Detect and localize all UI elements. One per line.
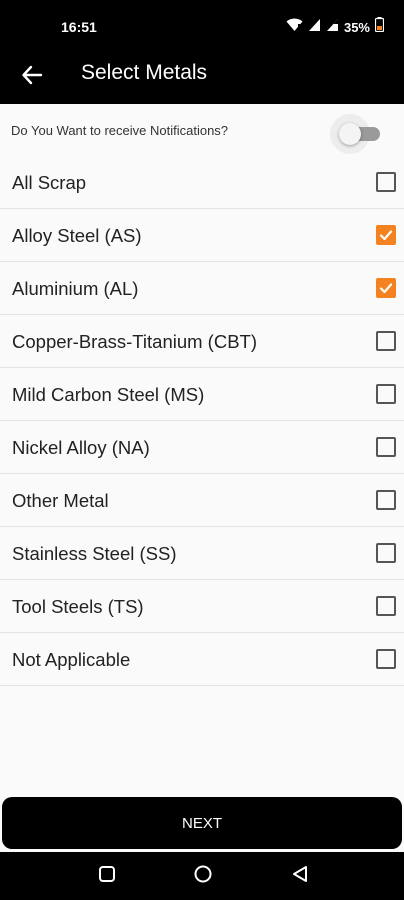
checkbox-unchecked[interactable] [376,596,396,616]
app-bar: Select Metals [0,50,404,104]
arrow-left-icon [21,64,43,91]
metal-option-label: Not Applicable [12,649,131,670]
metal-option-label: Aluminium (AL) [12,278,139,299]
metal-option-label: Tool Steels (TS) [12,596,144,617]
next-button[interactable]: NEXT [2,797,402,849]
status-bar: 16:51 35% [0,0,404,50]
checkbox-unchecked[interactable] [376,384,396,404]
checkbox-unchecked[interactable] [376,437,396,457]
metal-list: All Scrap Alloy Steel (AS) Aluminium (AL) C… [0,156,404,686]
metal-option-label: Stainless Steel (SS) [12,543,177,564]
system-back-button[interactable] [288,864,312,888]
toggle-thumb [339,123,361,145]
checkbox-unchecked[interactable] [376,172,396,192]
metal-option[interactable]: Other Metal [0,474,404,527]
metal-option-label: Other Metal [12,490,109,511]
page-title: Select Metals [81,61,208,84]
checkbox-checked[interactable] [376,278,396,298]
battery-icon [374,17,385,37]
wifi-icon [286,17,303,37]
checkmark-icon [379,283,393,294]
metal-option[interactable]: Mild Carbon Steel (MS) [0,368,404,421]
checkbox-unchecked[interactable] [376,331,396,351]
notification-label: Do You Want to receive Notifications? [11,123,229,138]
metal-option-label: Copper-Brass-Titanium (CBT) [12,331,257,352]
metal-option-label: Alloy Steel (AS) [12,225,142,246]
recents-button[interactable] [95,864,119,888]
metal-option[interactable]: Stainless Steel (SS) [0,527,404,580]
square-icon [98,865,116,888]
status-time: 16:51 [61,19,97,35]
signal-icon [308,18,321,37]
signal-icon [326,18,339,37]
back-button[interactable] [14,59,50,95]
metal-option[interactable]: Not Applicable [0,633,404,686]
checkbox-unchecked[interactable] [376,543,396,563]
metal-option[interactable]: All Scrap [0,156,404,209]
metal-option[interactable]: Aluminium (AL) [0,262,404,315]
checkbox-unchecked[interactable] [376,490,396,510]
metal-option-label: Mild Carbon Steel (MS) [12,384,205,405]
status-icons: 35% [286,17,385,37]
checkbox-unchecked[interactable] [376,649,396,669]
notification-row: Do You Want to receive Notifications? [0,104,404,156]
home-button[interactable] [191,864,215,888]
metal-option[interactable]: Tool Steels (TS) [0,580,404,633]
navigation-bar [0,852,404,900]
metal-option-label: All Scrap [12,172,87,193]
metal-option-label: Nickel Alloy (NA) [12,437,150,458]
checkbox-checked[interactable] [376,225,396,245]
metal-option[interactable]: Nickel Alloy (NA) [0,421,404,474]
triangle-back-icon [291,865,309,888]
battery-percent: 35% [343,19,370,35]
notification-toggle[interactable] [330,114,382,154]
checkmark-icon [379,230,393,241]
circle-icon [193,864,213,889]
screen: 16:51 35% Select Metals Do You Want to r… [0,0,404,900]
metal-option[interactable]: Alloy Steel (AS) [0,209,404,262]
metal-option[interactable]: Copper-Brass-Titanium (CBT) [0,315,404,368]
